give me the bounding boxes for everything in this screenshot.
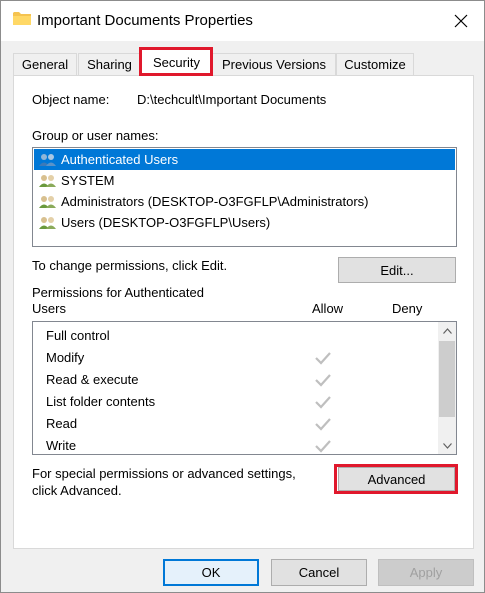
users-group-icon	[39, 195, 56, 208]
apply-button[interactable]: Apply	[378, 559, 474, 586]
allow-check-icon	[315, 352, 331, 365]
tab-sharing-label: Sharing	[87, 57, 132, 72]
close-button[interactable]	[438, 1, 484, 41]
permission-row-list-folder-contents: List folder contents	[33, 391, 437, 413]
tab-general[interactable]: General	[13, 53, 77, 75]
allow-check-icon	[315, 440, 331, 453]
scroll-up-button[interactable]	[438, 322, 456, 339]
tab-security[interactable]: Security	[141, 48, 212, 76]
permission-name: Read & execute	[46, 372, 139, 387]
properties-dialog: Important Documents Properties General S…	[0, 0, 485, 593]
tab-previous-versions[interactable]: Previous Versions	[212, 53, 336, 75]
tab-general-label: General	[21, 57, 69, 72]
permissions-header-user: Users	[32, 301, 66, 316]
chevron-up-icon	[442, 327, 452, 334]
cancel-button-label: Cancel	[298, 565, 340, 580]
permission-name: Read	[46, 416, 78, 431]
close-icon	[454, 14, 468, 28]
permissions-header: Permissions for Authenticated	[32, 285, 204, 300]
user-name: SYSTEM	[61, 173, 115, 188]
users-group-icon	[39, 174, 56, 187]
cancel-button[interactable]: Cancel	[271, 559, 367, 586]
permission-row-read-execute: Read & execute	[33, 369, 437, 391]
user-system[interactable]: SYSTEM	[34, 170, 455, 191]
user-authenticated-users[interactable]: Authenticated Users	[34, 149, 455, 170]
permission-row-full-control: Full control	[33, 325, 437, 347]
scroll-thumb[interactable]	[439, 341, 455, 417]
advanced-button[interactable]: Advanced	[338, 467, 455, 491]
window-title: Important Documents Properties	[37, 12, 253, 29]
folder-icon	[13, 12, 31, 25]
ok-button-label: OK	[201, 565, 221, 580]
user-list[interactable]: Authenticated Users SYSTEM Administrator…	[32, 147, 457, 247]
advanced-button-label: Advanced	[367, 471, 426, 487]
permissions-list[interactable]: Full control Modify Read & execute List …	[32, 321, 457, 455]
group-user-names-label: Group or user names:	[32, 128, 159, 143]
tab-customize[interactable]: Customize	[336, 53, 414, 75]
user-name: Administrators (DESKTOP-O3FGFLP\Administ…	[61, 194, 369, 209]
tab-security-label: Security	[153, 55, 200, 70]
object-name-label: Object name:	[32, 92, 110, 107]
users-group-icon	[39, 153, 56, 166]
advanced-settings-text: For special permissions or advanced sett…	[32, 466, 296, 481]
permissions-scrollbar[interactable]	[438, 322, 456, 454]
object-name-value: D:\techcult\Important Documents	[137, 92, 327, 107]
edit-button[interactable]: Edit...	[338, 257, 456, 283]
allow-check-icon	[315, 374, 331, 387]
permission-name: List folder contents	[46, 394, 156, 409]
permission-name: Full control	[46, 328, 110, 343]
user-users[interactable]: Users (DESKTOP-O3FGFLP\Users)	[34, 212, 455, 233]
scroll-down-button[interactable]	[438, 437, 456, 454]
user-name: Authenticated Users	[61, 152, 179, 167]
users-group-icon	[39, 216, 56, 229]
user-name: Users (DESKTOP-O3FGFLP\Users)	[61, 215, 271, 230]
ok-button[interactable]: OK	[163, 559, 259, 586]
change-permissions-text: To change permissions, click Edit.	[32, 258, 228, 273]
user-administrators[interactable]: Administrators (DESKTOP-O3FGFLP\Administ…	[34, 191, 455, 212]
allow-check-icon	[315, 418, 331, 431]
allow-check-icon	[315, 396, 331, 409]
deny-column-header: Deny	[392, 301, 423, 316]
tab-previous-versions-label: Previous Versions	[221, 57, 327, 72]
advanced-settings-text-2: click Advanced.	[32, 483, 122, 498]
permission-row-modify: Modify	[33, 347, 437, 369]
permission-name: Write	[46, 438, 77, 453]
title-bar: Important Documents Properties	[1, 1, 484, 41]
permission-name: Modify	[46, 350, 85, 365]
chevron-down-icon	[442, 442, 452, 449]
apply-button-label: Apply	[409, 565, 443, 580]
permission-row-read: Read	[33, 413, 437, 435]
allow-column-header: Allow	[312, 301, 344, 316]
edit-button-label: Edit...	[380, 262, 414, 278]
permission-row-write: Write	[33, 435, 437, 454]
tab-sharing[interactable]: Sharing	[78, 53, 141, 75]
tab-customize-label: Customize	[344, 57, 406, 72]
